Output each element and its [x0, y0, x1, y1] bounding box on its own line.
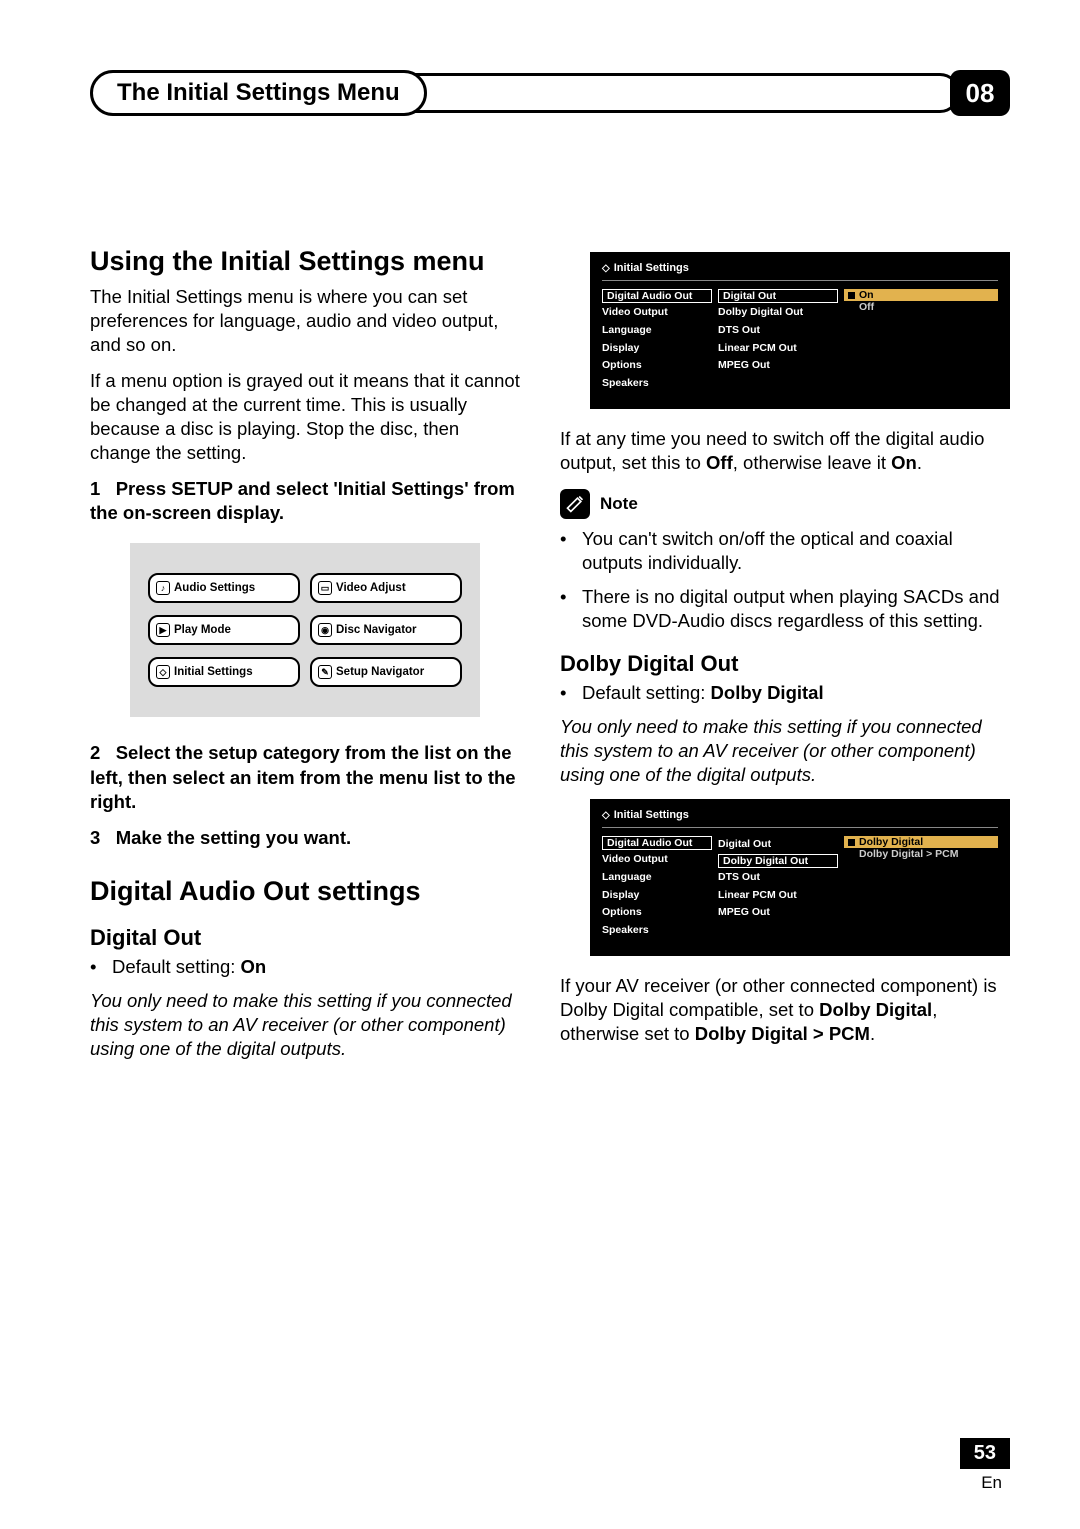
diamond-icon: ◇	[602, 263, 610, 274]
subheading-digital-out: Digital Out	[90, 925, 520, 951]
play-icon: ▶	[156, 623, 170, 637]
osd-item-mpeg-out: MPEG Out	[718, 357, 838, 375]
note-bullet-2: •There is no digital output when playing…	[560, 585, 1010, 633]
osd-value-off: Off	[844, 301, 998, 313]
page-language: En	[981, 1473, 1002, 1493]
digital-out-explanation: If at any time you need to switch off th…	[560, 427, 1010, 475]
pencil-icon	[560, 489, 590, 519]
digital-out-default: • Default setting: On	[90, 955, 520, 979]
osd-item-dolby-digital-out: Dolby Digital Out	[718, 854, 838, 868]
step-3: 3 Make the setting you want.	[90, 826, 520, 850]
heading-digital-audio-out: Digital Audio Out settings	[90, 876, 520, 907]
monitor-icon: ▭	[318, 581, 332, 595]
osd-item-dolby-digital-out: Dolby Digital Out	[718, 304, 838, 322]
step-1-number: 1	[90, 478, 100, 499]
chapter-badge: 08	[950, 70, 1010, 116]
note-header: Note	[560, 489, 1010, 519]
osd-cat-digital-audio-out: Digital Audio Out	[602, 836, 712, 850]
dolby-note: You only need to make this setting if yo…	[560, 715, 1010, 787]
osd-digital-out: ◇ Initial Settings Digital Audio Out Vide…	[590, 252, 1010, 409]
diamond-icon: ◇	[602, 810, 610, 821]
osd-cat-options: Options	[602, 357, 712, 375]
step-2-number: 2	[90, 742, 100, 763]
osd-cat-language: Language	[602, 322, 712, 340]
osd-value-on: On	[844, 289, 998, 301]
osd-cat-video-output: Video Output	[602, 851, 712, 869]
step-3-number: 3	[90, 827, 100, 848]
right-column: ◇ Initial Settings Digital Audio Out Vide…	[560, 246, 1010, 1073]
note-bullet-1: •You can't switch on/off the optical and…	[560, 527, 1010, 575]
speaker-icon: ♪	[156, 581, 170, 595]
menu-play-mode: ▶Play Mode	[148, 615, 300, 645]
osd-title: Initial Settings	[614, 262, 689, 274]
menu-setup-navigator: ✎Setup Navigator	[310, 657, 462, 687]
subheading-dolby-digital-out: Dolby Digital Out	[560, 651, 1010, 677]
step-2-text: Select the setup category from the list …	[90, 742, 516, 811]
osd-item-mpeg-out: MPEG Out	[718, 904, 838, 922]
osd-title: Initial Settings	[614, 809, 689, 821]
wrench-icon: ✎	[318, 665, 332, 679]
intro-paragraph-1: The Initial Settings menu is where you c…	[90, 285, 520, 357]
osd-cat-speakers: Speakers	[602, 922, 712, 940]
diamond-icon: ◇	[156, 665, 170, 679]
osd-main-menu: ♪Audio Settings ▭Video Adjust ▶Play Mode…	[130, 543, 480, 717]
menu-video-adjust: ▭Video Adjust	[310, 573, 462, 603]
osd-cat-speakers: Speakers	[602, 375, 712, 393]
menu-initial-settings: ◇Initial Settings	[148, 657, 300, 687]
dolby-explanation: If your AV receiver (or other connected …	[560, 974, 1010, 1046]
osd-item-linear-pcm-out: Linear PCM Out	[718, 887, 838, 905]
header-rule	[407, 73, 960, 113]
intro-paragraph-2: If a menu option is grayed out it means …	[90, 369, 520, 465]
osd-cat-video-output: Video Output	[602, 304, 712, 322]
page-header: The Initial Settings Menu 08	[90, 70, 1010, 116]
osd-cat-options: Options	[602, 904, 712, 922]
osd-cat-language: Language	[602, 869, 712, 887]
step-2: 2 Select the setup category from the lis…	[90, 741, 520, 813]
menu-disc-navigator: ◉Disc Navigator	[310, 615, 462, 645]
disc-icon: ◉	[318, 623, 332, 637]
osd-item-digital-out: Digital Out	[718, 289, 838, 303]
osd-item-dts-out: DTS Out	[718, 869, 838, 887]
osd-cat-display: Display	[602, 340, 712, 358]
osd-cat-digital-audio-out: Digital Audio Out	[602, 289, 712, 303]
osd-item-dts-out: DTS Out	[718, 322, 838, 340]
menu-audio-settings: ♪Audio Settings	[148, 573, 300, 603]
osd-value-dolby-digital: Dolby Digital	[844, 836, 998, 848]
step-1: 1 Press SETUP and select 'Initial Settin…	[90, 477, 520, 525]
osd-value-dolby-pcm: Dolby Digital > PCM	[844, 848, 998, 860]
dolby-default: • Default setting: Dolby Digital	[560, 681, 1010, 705]
note-label: Note	[600, 494, 638, 514]
osd-dolby-digital-out: ◇ Initial Settings Digital Audio Out Vide…	[590, 799, 1010, 956]
section-title: The Initial Settings Menu	[90, 70, 427, 116]
left-column: Using the Initial Settings menu The Init…	[90, 246, 520, 1073]
osd-cat-display: Display	[602, 887, 712, 905]
digital-out-note: You only need to make this setting if yo…	[90, 989, 520, 1061]
page-number: 53	[960, 1438, 1010, 1469]
osd-item-digital-out: Digital Out	[718, 836, 838, 854]
step-1-text: Press SETUP and select 'Initial Settings…	[90, 478, 515, 523]
osd-item-linear-pcm-out: Linear PCM Out	[718, 340, 838, 358]
step-3-text: Make the setting you want.	[116, 827, 351, 848]
heading-using-initial-settings: Using the Initial Settings menu	[90, 246, 520, 277]
